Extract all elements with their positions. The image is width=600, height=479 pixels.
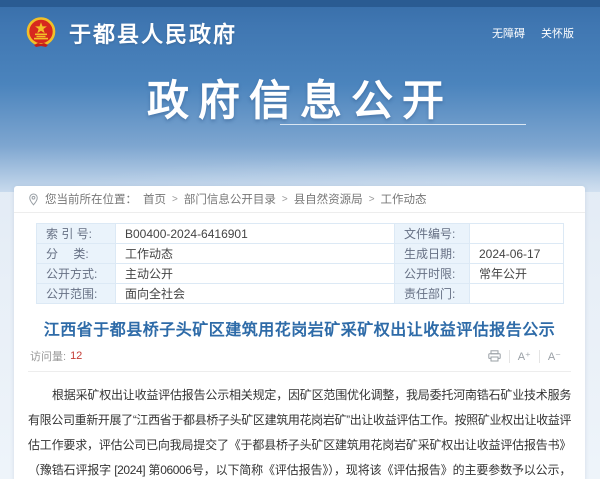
banner: 政府信息公开 bbox=[0, 67, 600, 128]
site-header: 于都县人民政府 无障碍 关怀版 bbox=[0, 7, 600, 50]
national-emblem-icon bbox=[24, 16, 58, 50]
print-button[interactable] bbox=[480, 350, 509, 362]
breadcrumb: 您当前所在位置： 首页 > 部门信息公开目录 > 县自然资源局 > 工作动态 bbox=[14, 186, 585, 213]
index-number-value: B00400-2024-6416901 bbox=[116, 224, 395, 244]
font-decrease-button[interactable]: A⁻ bbox=[539, 350, 569, 363]
visits-label: 访问量: bbox=[30, 348, 66, 364]
site-title: 于都县人民政府 bbox=[69, 17, 237, 49]
table-row: 公开方式: 主动公开 公开时限: 常年公开 bbox=[37, 264, 564, 284]
document-meta-table: 索 引 号: B00400-2024-6416901 文件编号: 分 类: 工作… bbox=[36, 223, 564, 304]
publicity-scope-label: 公开范围: bbox=[37, 284, 116, 304]
breadcrumb-separator: > bbox=[172, 194, 178, 205]
publicity-method-value: 主动公开 bbox=[116, 264, 395, 284]
breadcrumb-item-home[interactable]: 首页 bbox=[143, 191, 166, 207]
publicity-period-label: 公开时限: bbox=[395, 264, 470, 284]
breadcrumb-item-directory[interactable]: 部门信息公开目录 bbox=[184, 191, 276, 207]
table-row: 分 类: 工作动态 生成日期: 2024-06-17 bbox=[37, 244, 564, 264]
article-meta-bar: 访问量: 12 A⁺ A⁻ bbox=[28, 340, 571, 372]
breadcrumb-separator: > bbox=[282, 194, 288, 205]
index-number-label: 索 引 号: bbox=[37, 224, 116, 244]
breadcrumb-prefix: 您当前所在位置： bbox=[45, 191, 137, 207]
content-card: 您当前所在位置： 首页 > 部门信息公开目录 > 县自然资源局 > 工作动态 索… bbox=[14, 186, 585, 479]
table-row: 公开范围: 面向全社会 责任部门: bbox=[37, 284, 564, 304]
visits-count: 12 bbox=[70, 350, 82, 362]
breadcrumb-item-worknews[interactable]: 工作动态 bbox=[381, 191, 427, 207]
site-logo[interactable]: 于都县人民政府 bbox=[24, 16, 237, 50]
article-tools: A⁺ A⁻ bbox=[480, 350, 569, 363]
publicity-scope-value: 面向全社会 bbox=[116, 284, 395, 304]
accessibility-link[interactable]: 无障碍 bbox=[492, 25, 525, 41]
font-increase-button[interactable]: A⁺ bbox=[509, 350, 539, 363]
created-date-label: 生成日期: bbox=[395, 244, 470, 264]
category-label: 分 类: bbox=[37, 244, 116, 264]
banner-underline bbox=[280, 124, 526, 125]
hero-banner: 于都县人民政府 无障碍 关怀版 政府信息公开 bbox=[0, 0, 600, 192]
table-row: 索 引 号: B00400-2024-6416901 文件编号: bbox=[37, 224, 564, 244]
category-value: 工作动态 bbox=[116, 244, 395, 264]
file-number-label: 文件编号: bbox=[395, 224, 470, 244]
breadcrumb-item-bureau[interactable]: 县自然资源局 bbox=[294, 191, 363, 207]
location-pin-icon bbox=[28, 193, 39, 206]
responsible-dept-label: 责任部门: bbox=[395, 284, 470, 304]
page-title: 江西省于都县桥子头矿区建筑用花岗岩矿采矿权出让收益评估报告公示 bbox=[28, 316, 571, 340]
article-body: 根据采矿权出让收益评估报告公示相关规定，因矿区范围优化调整，我局委托河南锆石矿业… bbox=[28, 383, 571, 479]
printer-icon bbox=[488, 350, 501, 362]
publicity-period-value: 常年公开 bbox=[470, 264, 564, 284]
care-mode-link[interactable]: 关怀版 bbox=[541, 25, 574, 41]
page: 于都县人民政府 无障碍 关怀版 政府信息公开 您当前所在位置： 首页 > 部门信… bbox=[0, 0, 600, 479]
top-strip bbox=[0, 0, 600, 7]
responsible-dept-value bbox=[470, 284, 564, 304]
publicity-method-label: 公开方式: bbox=[37, 264, 116, 284]
banner-title: 政府信息公开 bbox=[0, 67, 600, 128]
created-date-value: 2024-06-17 bbox=[470, 244, 564, 264]
breadcrumb-separator: > bbox=[369, 194, 375, 205]
file-number-value bbox=[470, 224, 564, 244]
top-links: 无障碍 关怀版 bbox=[492, 25, 574, 41]
